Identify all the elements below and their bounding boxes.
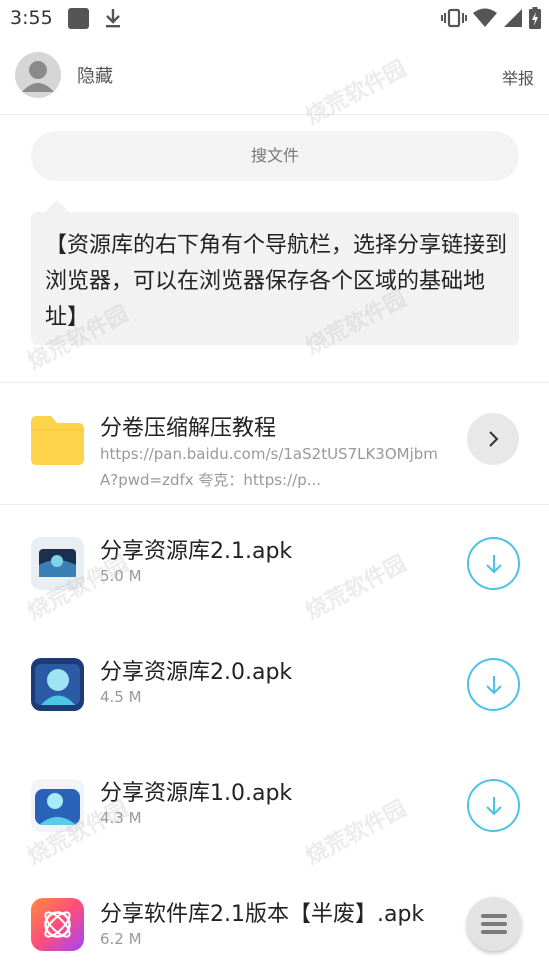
battery-icon (529, 7, 541, 33)
status-time: 3:55 (10, 7, 53, 29)
app-icon (31, 898, 84, 951)
open-folder-button[interactable] (467, 413, 519, 465)
app-icon (31, 658, 84, 711)
folder-desc-line1: https://pan.baidu.com/s/1aS2tUS7LK3OMjbm (100, 445, 438, 463)
vibrate-icon (441, 8, 467, 32)
file-row[interactable]: 分享资源库2.0.apk 4.5 M (0, 626, 549, 747)
avatar[interactable] (15, 52, 61, 98)
download-icon (485, 796, 502, 815)
download-button[interactable] (467, 537, 520, 590)
user-avatar-icon (22, 61, 54, 92)
download-button[interactable] (467, 658, 520, 711)
search-placeholder: 搜文件 (250, 146, 299, 165)
file-row[interactable]: 分享资源库1.0.apk 4.3 M (0, 747, 549, 868)
search-bar[interactable]: 搜文件 (31, 131, 519, 181)
header: 隐藏 举报 (0, 38, 549, 115)
folder-name: 分卷压缩解压教程 (100, 416, 277, 441)
download-icon (485, 675, 502, 694)
report-button[interactable]: 举报 (502, 65, 534, 89)
floating-menu-button[interactable] (467, 897, 521, 951)
menu-icon (481, 914, 507, 934)
folder-icon (31, 416, 84, 465)
file-name: 分享资源库2.1.apk (100, 539, 293, 564)
file-name: 分享资源库1.0.apk (100, 781, 293, 806)
download-status-icon (104, 7, 122, 33)
file-size: 4.5 M (100, 688, 142, 706)
chevron-right-icon (489, 431, 499, 447)
download-icon (485, 554, 502, 573)
download-button[interactable] (467, 779, 520, 832)
folder-desc-line2: A?pwd=zdfx 夸克：https://p... (100, 471, 322, 489)
file-size: 6.2 M (100, 930, 142, 948)
signal-icon (503, 8, 523, 32)
username: 隐藏 (77, 66, 113, 87)
status-bar: 3:55 (0, 0, 549, 38)
notification-icon (68, 8, 89, 29)
file-name: 分享资源库2.0.apk (100, 660, 293, 685)
wifi-icon (473, 8, 497, 32)
file-name: 分享软件库2.1版本【半废】.apk (100, 902, 425, 927)
